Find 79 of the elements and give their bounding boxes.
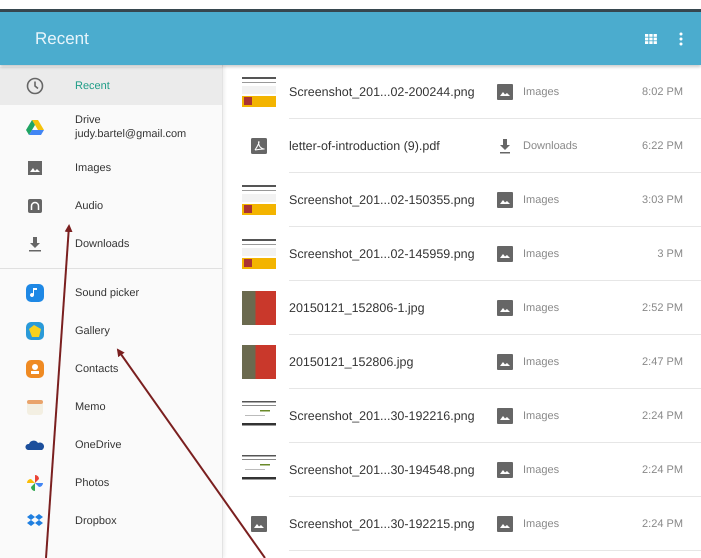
file-time: 8:02 PM xyxy=(642,86,683,98)
sidebar-item[interactable]: Drive judy.bartel@gmail.com xyxy=(0,105,222,149)
notepad-icon xyxy=(25,397,45,417)
pdf-icon xyxy=(251,138,267,154)
sidebar-label: Audio xyxy=(75,200,104,212)
file-name: Screenshot_201...30-192215.png xyxy=(289,516,476,530)
sidebar-label: Photos xyxy=(75,477,110,489)
file-location: Images xyxy=(523,86,560,98)
file-location: Images xyxy=(523,194,560,206)
sidebar-label: Downloads xyxy=(75,238,130,250)
sidebar-label: Sound picker xyxy=(75,287,140,299)
sidebar-label: Memo xyxy=(75,401,106,413)
image-icon xyxy=(497,462,513,478)
sidebar-item[interactable]: Images xyxy=(0,149,222,187)
sidebar-item[interactable]: Sound picker xyxy=(0,274,222,312)
pinwheel-icon xyxy=(25,473,45,493)
image-icon xyxy=(497,300,513,316)
sidebar-label: Gallery xyxy=(75,325,110,337)
image-icon xyxy=(25,158,45,178)
toolbar-title: Recent xyxy=(35,28,90,48)
file-name: 20150121_152806.jpg xyxy=(289,354,414,368)
file-name: Screenshot_201...02-145959.png xyxy=(289,246,476,260)
music-note-icon xyxy=(25,283,45,303)
file-name: Screenshot_201...02-150355.png xyxy=(289,192,476,206)
file-location: Images xyxy=(523,410,560,422)
image-icon xyxy=(497,246,513,262)
image-icon xyxy=(251,516,267,532)
headphones-icon xyxy=(25,196,45,216)
download-icon xyxy=(497,138,513,154)
grid-icon xyxy=(645,34,657,44)
photo-placeholder xyxy=(242,290,276,324)
more-vertical-icon xyxy=(679,32,683,46)
file-time: 2:47 PM xyxy=(642,356,683,368)
file-location: Images xyxy=(523,248,560,260)
image-icon xyxy=(497,408,513,424)
file-name: Screenshot_201...02-200244.png xyxy=(289,84,476,98)
file-time: 6:22 PM xyxy=(642,140,683,152)
file-time: 3 PM xyxy=(657,248,683,260)
file-name: Screenshot_201...30-192216.png xyxy=(289,408,476,422)
sidebar-label: Images xyxy=(75,162,112,174)
clock-icon xyxy=(25,76,45,96)
image-icon xyxy=(497,192,513,208)
file-time: 2:24 PM xyxy=(642,464,683,476)
file-location: Images xyxy=(523,518,560,530)
triangle-logo-icon xyxy=(25,117,45,137)
file-location: Images xyxy=(523,464,560,476)
file-location: Downloads xyxy=(523,140,578,152)
sidebar-label: Dropbox xyxy=(75,515,117,527)
sidebar-label: Recent xyxy=(75,80,110,92)
account-email: judy.bartel@gmail.com xyxy=(75,128,186,140)
sidebar-item[interactable]: Contacts xyxy=(0,350,222,388)
sidebar-item[interactable]: OneDrive xyxy=(0,426,222,464)
file-time: 3:03 PM xyxy=(642,194,683,206)
image-icon xyxy=(497,354,513,370)
photo-placeholder xyxy=(242,344,276,378)
image-icon xyxy=(497,84,513,100)
file-time: 2:24 PM xyxy=(642,410,683,422)
screenshot-thumbnail xyxy=(242,182,276,216)
sidebar-label: Contacts xyxy=(75,363,118,375)
sidebar-item[interactable]: Dropbox xyxy=(0,502,222,540)
file-location: Images xyxy=(523,302,560,314)
sidebar-item[interactable]: Gallery xyxy=(0,312,222,350)
sidebar-label: Drive xyxy=(75,114,102,126)
screenshot-thumbnail xyxy=(242,74,276,108)
file-name: letter-of-introduction (9).pdf xyxy=(289,138,441,152)
sidebar-item[interactable]: Memo xyxy=(0,388,222,426)
file-time: 2:52 PM xyxy=(642,302,683,314)
file-location: Images xyxy=(523,356,560,368)
sidebar-item[interactable]: Audio xyxy=(0,187,222,225)
screenshot-thumbnail xyxy=(242,236,276,270)
file-time: 2:24 PM xyxy=(642,518,683,530)
sidebar-item[interactable]: Photos xyxy=(0,464,222,502)
gallery-icon xyxy=(25,321,45,341)
contact-icon xyxy=(25,359,45,379)
file-name: Screenshot_201...30-194548.png xyxy=(289,462,476,476)
sidebar-item[interactable]: Downloads xyxy=(0,225,222,263)
image-icon xyxy=(497,516,513,532)
sidebar-label: OneDrive xyxy=(75,439,122,451)
file-name: 20150121_152806-1.jpg xyxy=(289,300,426,314)
